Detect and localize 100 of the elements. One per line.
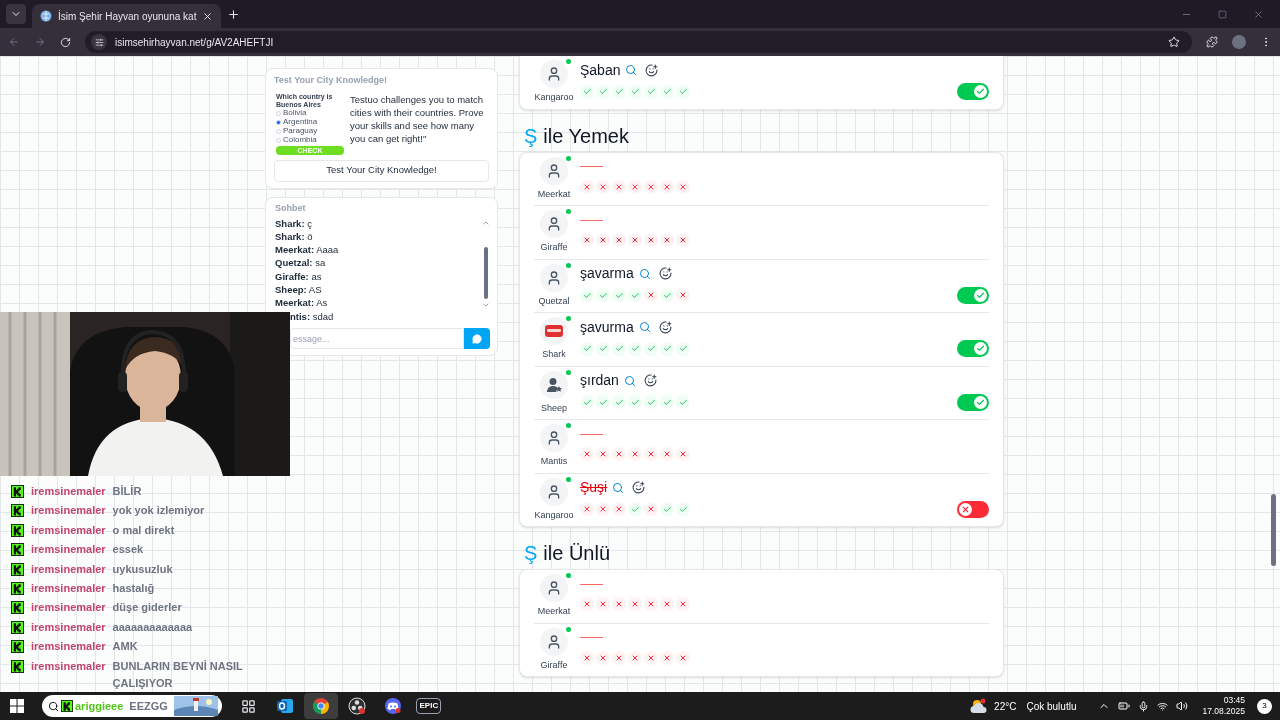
smiley-plus-icon[interactable] bbox=[632, 481, 646, 494]
overlay-username: iremsinemaler bbox=[31, 639, 106, 655]
overlay-username: iremsinemaler bbox=[31, 600, 106, 616]
empty-answer-line bbox=[580, 166, 603, 167]
user-icon bbox=[546, 633, 562, 650]
kick-logo-icon bbox=[11, 485, 24, 498]
smiley-plus-icon[interactable] bbox=[643, 374, 657, 387]
kick-logo-icon bbox=[11, 543, 24, 557]
chat-message: ntis: sdad bbox=[290, 309, 334, 324]
overlay-username: iremsinemaler bbox=[31, 542, 106, 558]
promo-description: Testuo challenges you to match cities with their countries. Prove your skills and see how many you can get right!" bbox=[350, 92, 485, 146]
taskbar-button[interactable] bbox=[303, 693, 338, 719]
answer-word: şırdan bbox=[580, 371, 619, 390]
profile-avatar[interactable] bbox=[1232, 35, 1246, 49]
check-icon bbox=[976, 397, 985, 407]
scroll-down-icon[interactable] bbox=[482, 301, 490, 309]
chat-message: Meerkat: As bbox=[275, 296, 328, 311]
user-star-icon bbox=[545, 375, 563, 394]
chat-message: Giraffe: as bbox=[275, 269, 322, 284]
accept-toggle[interactable] bbox=[957, 500, 989, 518]
accept-toggle[interactable] bbox=[957, 393, 989, 411]
smiley-plus-icon[interactable] bbox=[658, 320, 672, 334]
player-name: Shark bbox=[542, 348, 566, 361]
kick-logo-icon bbox=[11, 504, 24, 518]
category-letter: Ş bbox=[524, 125, 538, 146]
message-input[interactable]: essage... bbox=[290, 328, 464, 350]
accept-toggle[interactable] bbox=[957, 340, 989, 357]
user-icon bbox=[546, 580, 562, 596]
overlay-message: AMK bbox=[112, 639, 138, 655]
send-button[interactable] bbox=[464, 328, 490, 350]
windows-logo-icon[interactable] bbox=[10, 699, 24, 713]
address-bar[interactable]: isimsehirhayvan.net/g/AV2AHEFTJI bbox=[85, 31, 1192, 53]
user-icon bbox=[546, 483, 562, 500]
overlay-message: düşe giderler bbox=[112, 600, 182, 616]
tab-list-button[interactable] bbox=[6, 4, 26, 24]
player-name: Meerkat bbox=[537, 187, 571, 201]
user-icon bbox=[546, 162, 562, 179]
player-name: Quetzal bbox=[538, 294, 570, 308]
user-icon bbox=[546, 430, 562, 446]
notification-badge[interactable]: 3 bbox=[1257, 698, 1272, 714]
player-name: Sheep bbox=[541, 401, 567, 415]
site-settings-icon[interactable] bbox=[94, 37, 104, 47]
quiz-button[interactable]: Test Your City Knowledge! bbox=[274, 159, 489, 182]
browser-tab[interactable]: İsim Şehir Hayvan oyununa kat bbox=[32, 4, 222, 28]
weather-temp: 22°C bbox=[994, 699, 1017, 714]
microphone-icon[interactable] bbox=[1138, 700, 1150, 712]
search-icon[interactable] bbox=[625, 64, 638, 76]
search-icon[interactable] bbox=[612, 481, 625, 494]
overlay-message: hastalığ bbox=[112, 580, 155, 596]
smiley-plus-icon[interactable] bbox=[645, 63, 659, 77]
mail-app-icon bbox=[275, 697, 294, 715]
stream-suffix: EEZGG bbox=[129, 698, 168, 714]
reload-icon[interactable] bbox=[60, 36, 71, 48]
answer-word: şavarma bbox=[580, 264, 634, 283]
player-name: Mantis bbox=[540, 455, 568, 468]
overlay-message: aaaaaaaaaaaaa bbox=[112, 619, 193, 635]
close-window-icon[interactable] bbox=[1253, 8, 1264, 20]
volume-icon[interactable] bbox=[1176, 700, 1189, 712]
option-label: Argentina bbox=[283, 118, 318, 126]
kick-logo-icon bbox=[61, 700, 73, 712]
search-icon[interactable] bbox=[638, 267, 651, 280]
close-icon[interactable] bbox=[202, 10, 214, 22]
scrollbar-thumb[interactable] bbox=[1271, 494, 1276, 566]
overlay-message: BUNLARIN BEYNİ NASIL ÇALIŞIYOR bbox=[112, 658, 244, 691]
answer-word: Şuşi bbox=[580, 478, 608, 497]
check-icon bbox=[976, 344, 985, 353]
accept-toggle[interactable] bbox=[957, 83, 989, 100]
overlay-username: iremsinemaler bbox=[31, 484, 106, 499]
scroll-up-icon[interactable] bbox=[482, 219, 490, 227]
empty-answer-line bbox=[580, 219, 603, 221]
taskbar-search[interactable]: ariggieee EEZGG bbox=[42, 695, 222, 717]
bookmark-star-icon[interactable] bbox=[1168, 36, 1180, 48]
category-title: ile Ünlü bbox=[543, 543, 611, 563]
battery-icon[interactable] bbox=[1118, 700, 1131, 712]
new-tab-icon[interactable] bbox=[227, 7, 241, 21]
url-text: isimsehirhayvan.net/g/AV2AHEFTJI bbox=[115, 35, 274, 50]
overlay-message: BİLİR bbox=[112, 484, 142, 499]
kick-logo-icon bbox=[11, 562, 24, 576]
accept-toggle[interactable] bbox=[957, 286, 989, 304]
kick-logo-icon bbox=[11, 640, 24, 654]
search-icon[interactable] bbox=[638, 321, 651, 333]
network-icon[interactable] bbox=[1157, 700, 1169, 712]
overlay-username: iremsinemaler bbox=[31, 619, 106, 635]
empty-answer-line bbox=[580, 583, 603, 585]
answer-word: Şaban bbox=[580, 60, 621, 80]
epic-app-button[interactable]: EPIC bbox=[411, 693, 446, 719]
clock-date: 17.08.2025 bbox=[1202, 706, 1245, 717]
scrollbar-thumb[interactable] bbox=[484, 247, 488, 299]
recorder-app-icon bbox=[347, 697, 366, 715]
smiley-plus-icon[interactable] bbox=[658, 267, 672, 280]
weather-text: Çok bulutlu bbox=[1026, 699, 1077, 714]
stop-sign-icon bbox=[544, 324, 564, 338]
search-icon[interactable] bbox=[623, 374, 636, 387]
empty-answer-line bbox=[580, 433, 603, 435]
option-label: Paraguay bbox=[283, 127, 318, 135]
extensions-icon[interactable] bbox=[1206, 36, 1218, 48]
globe-icon bbox=[40, 10, 52, 22]
user-icon bbox=[546, 269, 562, 286]
overlay-username: iremsinemaler bbox=[31, 522, 106, 538]
task-view-icon bbox=[241, 698, 257, 714]
